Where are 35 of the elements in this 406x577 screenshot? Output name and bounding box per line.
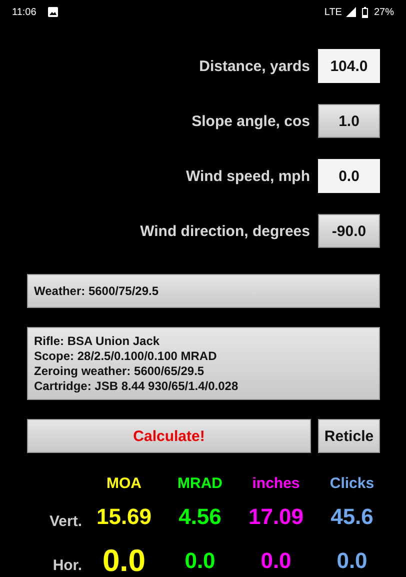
column-header: inches [252, 475, 300, 492]
profile-line: Rifle: BSA Union Jack [34, 334, 161, 349]
image-icon [48, 7, 58, 17]
profile-line: Scope: 28/2.5/0.100/0.100 MRAD [34, 349, 218, 364]
reticle-button[interactable]: Reticle [318, 419, 380, 453]
value-button[interactable]: -90.0 [318, 214, 380, 248]
input-label: Wind speed, mph [186, 168, 310, 184]
result-value: 45.6 [330, 503, 374, 531]
column-header: MRAD [178, 475, 222, 492]
result-value: 0.0 [184, 547, 216, 575]
row-label: Vert. [49, 512, 82, 530]
input-label: Wind direction, degrees [140, 222, 310, 240]
column-header: Clicks [330, 475, 374, 492]
input-field[interactable]: 0.0 [318, 159, 380, 193]
row-label: Hor. [52, 556, 82, 574]
profile-panel[interactable]: Rifle: BSA Union Jack Scope: 28/2.5/0.100/0.100 MRAD Zeroing weather: 5600/65/29.5 Cartridge: JSB 8.44 930/65/1.4/0.028 [27, 327, 380, 400]
result-value: 4.56 [178, 503, 222, 531]
result-value: 0.0 [102, 542, 146, 577]
column-header: MOA [106, 475, 142, 492]
input-label: Slope angle, cos [192, 112, 310, 130]
input-label: Distance, yards [199, 58, 310, 74]
result-value: 15.69 [96, 503, 152, 531]
weather-button[interactable]: Weather: 5600/75/29.5 [27, 274, 380, 308]
battery-level: 27% [374, 6, 394, 18]
value-button[interactable]: 1.0 [318, 104, 380, 138]
input-field[interactable]: 104.0 [318, 49, 380, 83]
result-value: 17.09 [248, 503, 304, 531]
network-label: LTE [324, 6, 342, 18]
status-time: 11:06 [12, 6, 36, 18]
battery-icon [362, 6, 368, 18]
result-value: 0.0 [336, 547, 368, 575]
profile-line: Cartridge: JSB 8.44 930/65/1.4/0.028 [34, 379, 240, 394]
profile-line: Zeroing weather: 5600/65/29.5 [34, 364, 206, 379]
result-value: 0.0 [260, 547, 292, 575]
signal-icon [346, 7, 356, 17]
